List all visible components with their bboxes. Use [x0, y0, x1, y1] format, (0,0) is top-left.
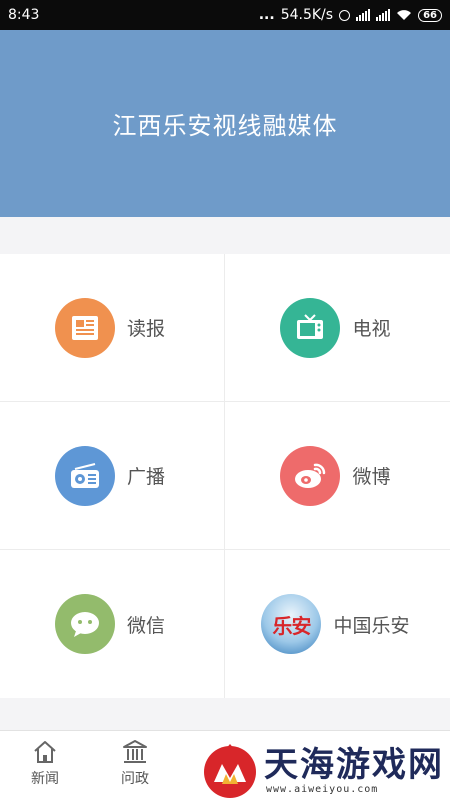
newspaper-icon: [54, 297, 115, 358]
government-icon: [123, 740, 147, 763]
network-speed: 54.5K/s: [280, 7, 334, 23]
weibo-icon: [280, 445, 341, 506]
grid-item-wechat[interactable]: 微信: [0, 550, 225, 698]
battery-indicator: 66: [418, 8, 442, 22]
lean-logo-icon: 乐安: [261, 594, 322, 654]
grid-item-label: 广播: [126, 466, 165, 488]
grid-item-radio[interactable]: 广播: [0, 402, 225, 550]
channel-grid: 读报 电视 广播 微博 微信 乐安 中国乐安: [0, 254, 450, 698]
header-banner: 江西乐安视线融媒体: [0, 30, 450, 217]
grid-item-label: 读报: [126, 318, 165, 340]
grid-item-label: 微博: [352, 466, 391, 488]
grid-item-label: 中国乐安: [333, 614, 410, 637]
watermark: 天海游戏网 www.aiweiyou.com: [200, 740, 450, 800]
wechat-icon: [54, 594, 115, 654]
status-dots: ...: [258, 7, 275, 23]
wifi-icon: [397, 10, 412, 20]
tab-label: 问政: [121, 771, 149, 787]
home-icon: [34, 741, 56, 763]
watermark-text: 天海游戏网: [264, 744, 444, 785]
lean-logo-text: 乐安: [272, 613, 311, 638]
tv-icon: [280, 297, 341, 358]
grid-item-label: 微信: [126, 614, 165, 637]
tab-label: 新闻: [31, 771, 59, 787]
grid-item-newspaper[interactable]: 读报: [0, 254, 225, 402]
watermark-url: www.aiweiyou.com: [266, 783, 379, 795]
status-bar: 8:43 ... 54.5K/s 66: [0, 0, 450, 30]
page-title: 江西乐安视线融媒体: [112, 112, 338, 140]
grid-item-china-lean[interactable]: 乐安 中国乐安: [225, 550, 450, 698]
watermark-logo-icon: [204, 744, 256, 798]
status-icons: ... 54.5K/s 66: [259, 7, 442, 23]
grid-item-label: 电视: [352, 318, 391, 340]
signal-icon: [356, 9, 371, 21]
status-time: 8:43: [8, 7, 40, 23]
tab-news[interactable]: 新闻: [0, 731, 90, 788]
alarm-icon: [339, 9, 351, 21]
grid-item-weibo[interactable]: 微博: [225, 402, 450, 550]
tab-government[interactable]: 问政: [90, 731, 180, 788]
signal-icon-2: [376, 9, 391, 21]
radio-icon: [54, 445, 115, 506]
grid-item-tv[interactable]: 电视: [225, 254, 450, 402]
